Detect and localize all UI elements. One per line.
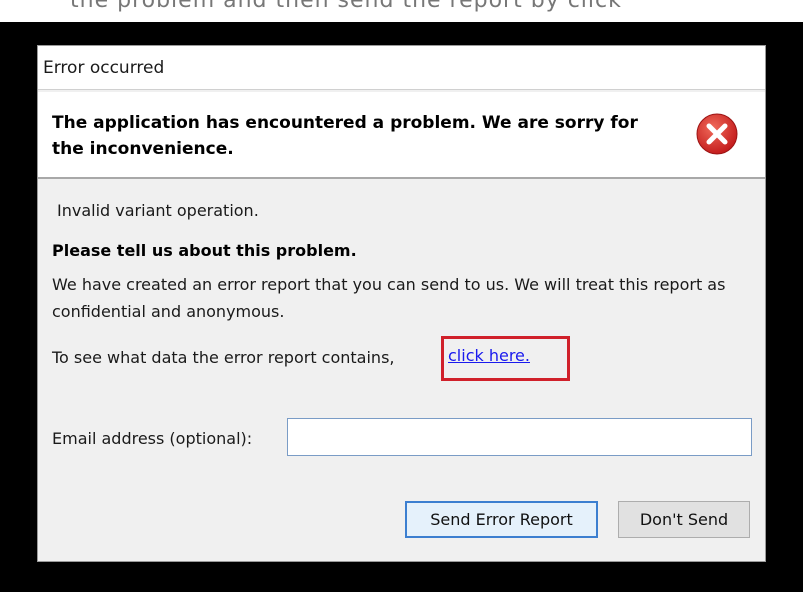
error-detail: Invalid variant operation. — [57, 201, 259, 220]
error-circle-x-icon — [696, 113, 738, 155]
send-error-report-button[interactable]: Send Error Report — [405, 501, 598, 538]
email-input[interactable] — [287, 418, 752, 456]
email-label: Email address (optional): — [52, 429, 253, 448]
background-page-text: the problem and then send the report by … — [70, 0, 622, 13]
dont-send-button[interactable]: Don't Send — [618, 501, 750, 538]
prompt-title: Please tell us about this problem. — [52, 241, 357, 260]
prompt-body: We have created an error report that you… — [52, 275, 726, 321]
background-page-strip: the problem and then send the report by … — [0, 0, 803, 22]
view-report-link[interactable]: click here. — [448, 346, 530, 365]
dialog-header: The application has encountered a proble… — [38, 92, 765, 179]
dialog-titlebar: Error occurred — [38, 46, 765, 90]
dialog-title: Error occurred — [43, 58, 165, 78]
header-message: The application has encountered a proble… — [52, 113, 638, 159]
view-report-text: To see what data the error report contai… — [52, 348, 395, 367]
error-dialog: Error occurred The application has encou… — [37, 45, 766, 562]
